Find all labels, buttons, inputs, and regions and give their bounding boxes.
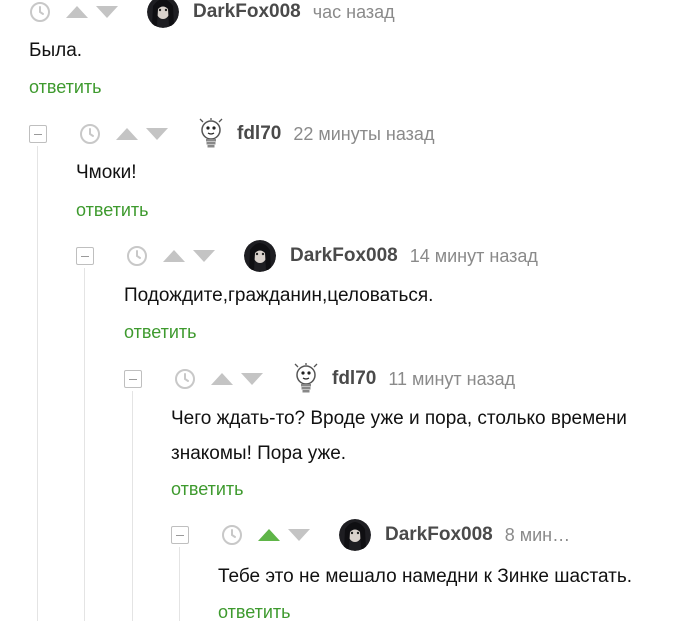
reply-link[interactable]: ответить [218,602,291,621]
arrow-down-icon[interactable] [95,5,119,19]
vote-controls [162,249,222,263]
comment-author[interactable]: DarkFox008 [290,245,398,267]
comment-author[interactable]: fdl70 [332,368,376,390]
arrow-up-icon[interactable] [65,5,89,19]
comment-time[interactable]: 11 минут назад [388,369,515,390]
arrow-up-icon[interactable] [257,528,281,542]
comment-text: Была. [29,33,82,68]
arrow-up-icon[interactable] [115,127,139,141]
comment-text: Тебе это не мешало намедни к Зинке шаста… [218,559,632,594]
comment-text-line: Чмоки! [76,162,137,183]
thread-line-level-4 [179,547,180,621]
thread-line-level-3 [132,391,133,621]
arrow-up-icon[interactable] [210,372,234,386]
arrow-down-icon[interactable] [287,528,311,542]
clock-icon[interactable] [174,368,196,390]
comments-thread: DarkFox008 час назад Была. ответить fdl7… [0,0,700,621]
comment-author[interactable]: DarkFox008 [193,1,301,23]
thread-line-level-1 [37,146,38,621]
avatar[interactable] [244,240,276,272]
comment-text: Чего ждать-то? Вроде уже и пора, столько… [171,401,627,471]
comment-text-line: знакомы! Пора уже. [171,443,347,464]
clock-icon[interactable] [126,245,148,267]
comment-author[interactable]: DarkFox008 [385,524,493,546]
comment-text-line: Была. [29,40,83,61]
comment-text-line: Тебе это не мешало намедни к Зинке шаста… [218,566,633,587]
comment-time[interactable]: час назад [313,2,395,23]
lightbulb-avatar-icon[interactable] [197,118,225,150]
collapse-thread-icon[interactable] [29,125,47,143]
comment-text: Чмоки! [76,155,137,190]
reply-link[interactable]: ответить [124,322,197,343]
vote-controls [65,5,125,19]
comment-header: fdl70 22 минуты назад [29,118,434,150]
collapse-thread-icon[interactable] [124,370,142,388]
reply-link[interactable]: ответить [76,200,149,221]
lightbulb-avatar-icon[interactable] [292,363,320,395]
vote-controls [257,528,317,542]
reply-link[interactable]: ответить [171,479,244,500]
vote-controls [115,127,175,141]
thread-line-level-2 [84,268,85,621]
comment-time[interactable]: 8 мин… [505,525,570,546]
arrow-up-icon[interactable] [162,249,186,263]
arrow-down-icon[interactable] [240,372,264,386]
comment-text-line: Чего ждать-то? Вроде уже и пора, столько… [171,408,627,429]
comment-header: fdl70 11 минут назад [124,363,515,395]
clock-icon[interactable] [79,123,101,145]
vote-controls [210,372,270,386]
comment-header: DarkFox008 14 минут назад [76,240,538,272]
collapse-thread-icon[interactable] [76,247,94,265]
avatar[interactable] [147,0,179,28]
collapse-thread-icon[interactable] [171,526,189,544]
clock-icon[interactable] [29,1,51,23]
reply-link[interactable]: ответить [29,77,102,98]
comment-header: DarkFox008 8 мин… [171,519,570,551]
comment-text: Подождите,гражданин,целоваться. [124,278,433,313]
clock-icon[interactable] [221,524,243,546]
comment-author[interactable]: fdl70 [237,123,281,145]
comment-text-line: Подождите,гражданин,целоваться. [124,285,434,306]
avatar[interactable] [339,519,371,551]
arrow-down-icon[interactable] [145,127,169,141]
comment-time[interactable]: 22 минуты назад [293,124,434,145]
arrow-down-icon[interactable] [192,249,216,263]
comment-header: DarkFox008 час назад [29,0,395,28]
comment-time[interactable]: 14 минут назад [410,246,538,267]
